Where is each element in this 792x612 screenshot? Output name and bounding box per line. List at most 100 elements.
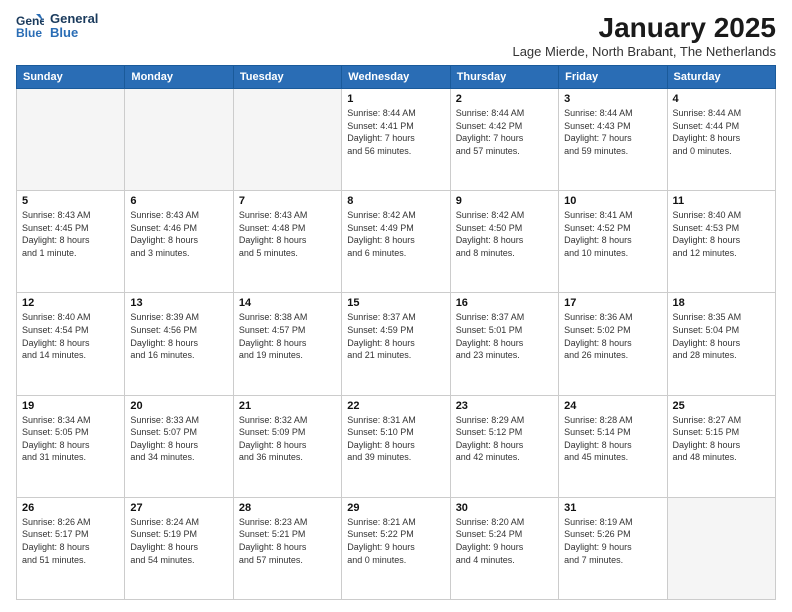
day-number: 12: [22, 297, 119, 309]
calendar-cell: 7 Sunrise: 8:43 AM Sunset: 4:48 PM Daylig…: [233, 191, 341, 293]
logo-text-general: General: [50, 12, 98, 26]
day-info: Sunrise: 8:23 AM Sunset: 5:21 PM Dayligh…: [239, 516, 336, 566]
calendar-cell: 14 Sunrise: 8:38 AM Sunset: 4:57 PM Dayli…: [233, 293, 341, 395]
calendar-header-friday: Friday: [559, 66, 667, 89]
day-number: 19: [22, 400, 119, 412]
calendar-cell: 5 Sunrise: 8:43 AM Sunset: 4:45 PM Daylig…: [17, 191, 125, 293]
day-number: 25: [673, 400, 770, 412]
day-number: 15: [347, 297, 444, 309]
day-number: 9: [456, 195, 553, 207]
calendar-cell: 19 Sunrise: 8:34 AM Sunset: 5:05 PM Dayli…: [17, 395, 125, 497]
calendar-cell: 20 Sunrise: 8:33 AM Sunset: 5:07 PM Dayli…: [125, 395, 233, 497]
day-info: Sunrise: 8:33 AM Sunset: 5:07 PM Dayligh…: [130, 414, 227, 464]
day-info: Sunrise: 8:42 AM Sunset: 4:49 PM Dayligh…: [347, 209, 444, 259]
calendar-header-sunday: Sunday: [17, 66, 125, 89]
day-info: Sunrise: 8:31 AM Sunset: 5:10 PM Dayligh…: [347, 414, 444, 464]
day-number: 17: [564, 297, 661, 309]
day-info: Sunrise: 8:37 AM Sunset: 4:59 PM Dayligh…: [347, 311, 444, 361]
calendar-week-2: 12 Sunrise: 8:40 AM Sunset: 4:54 PM Dayli…: [17, 293, 776, 395]
calendar-cell: 10Sunrise: 8:41 AM Sunset: 4:52 PM Dayli…: [559, 191, 667, 293]
day-number: 21: [239, 400, 336, 412]
svg-text:Blue: Blue: [16, 26, 42, 40]
day-number: 18: [673, 297, 770, 309]
calendar-cell: 31 Sunrise: 8:19 AM Sunset: 5:26 PM Dayli…: [559, 497, 667, 599]
calendar-cell: [233, 89, 341, 191]
day-info: Sunrise: 8:38 AM Sunset: 4:57 PM Dayligh…: [239, 311, 336, 361]
calendar-table: SundayMondayTuesdayWednesdayThursdayFrid…: [16, 65, 776, 600]
calendar-week-3: 19 Sunrise: 8:34 AM Sunset: 5:05 PM Dayli…: [17, 395, 776, 497]
calendar-cell: [17, 89, 125, 191]
day-info: Sunrise: 8:40 AM Sunset: 4:54 PM Dayligh…: [22, 311, 119, 361]
day-info: Sunrise: 8:34 AM Sunset: 5:05 PM Dayligh…: [22, 414, 119, 464]
logo: General Blue General Blue: [16, 12, 98, 41]
calendar-cell: 2 Sunrise: 8:44 AM Sunset: 4:42 PM Daylig…: [450, 89, 558, 191]
day-number: 23: [456, 400, 553, 412]
main-title: January 2025: [512, 12, 776, 44]
subtitle: Lage Mierde, North Brabant, The Netherla…: [512, 44, 776, 59]
day-info: Sunrise: 8:43 AM Sunset: 4:45 PM Dayligh…: [22, 209, 119, 259]
calendar-cell: 15 Sunrise: 8:37 AM Sunset: 4:59 PM Dayli…: [342, 293, 450, 395]
day-number: 27: [130, 502, 227, 514]
calendar-cell: 25 Sunrise: 8:27 AM Sunset: 5:15 PM Dayli…: [667, 395, 775, 497]
day-number: 28: [239, 502, 336, 514]
calendar-cell: 22Sunrise: 8:31 AM Sunset: 5:10 PM Dayli…: [342, 395, 450, 497]
calendar-cell: 16 Sunrise: 8:37 AM Sunset: 5:01 PM Dayli…: [450, 293, 558, 395]
day-number: 11: [673, 195, 770, 207]
calendar-cell: 27 Sunrise: 8:24 AM Sunset: 5:19 PM Dayli…: [125, 497, 233, 599]
logo-icon: General Blue: [16, 12, 44, 40]
day-number: 7: [239, 195, 336, 207]
day-number: 6: [130, 195, 227, 207]
day-info: Sunrise: 8:44 AM Sunset: 4:42 PM Dayligh…: [456, 107, 553, 157]
calendar-week-1: 5 Sunrise: 8:43 AM Sunset: 4:45 PM Daylig…: [17, 191, 776, 293]
calendar-cell: 30Sunrise: 8:20 AM Sunset: 5:24 PM Dayli…: [450, 497, 558, 599]
day-info: Sunrise: 8:44 AM Sunset: 4:44 PM Dayligh…: [673, 107, 770, 157]
calendar-cell: 1Sunrise: 8:44 AM Sunset: 4:41 PM Daylig…: [342, 89, 450, 191]
day-info: Sunrise: 8:29 AM Sunset: 5:12 PM Dayligh…: [456, 414, 553, 464]
day-number: 31: [564, 502, 661, 514]
title-block: January 2025 Lage Mierde, North Brabant,…: [512, 12, 776, 59]
day-number: 2: [456, 93, 553, 105]
day-info: Sunrise: 8:32 AM Sunset: 5:09 PM Dayligh…: [239, 414, 336, 464]
day-number: 8: [347, 195, 444, 207]
calendar-cell: 21 Sunrise: 8:32 AM Sunset: 5:09 PM Dayli…: [233, 395, 341, 497]
day-number: 13: [130, 297, 227, 309]
day-number: 29: [347, 502, 444, 514]
day-info: Sunrise: 8:28 AM Sunset: 5:14 PM Dayligh…: [564, 414, 661, 464]
day-number: 26: [22, 502, 119, 514]
calendar-cell: 28 Sunrise: 8:23 AM Sunset: 5:21 PM Dayli…: [233, 497, 341, 599]
calendar-week-4: 26Sunrise: 8:26 AM Sunset: 5:17 PM Dayli…: [17, 497, 776, 599]
calendar-cell: 6Sunrise: 8:43 AM Sunset: 4:46 PM Daylig…: [125, 191, 233, 293]
day-info: Sunrise: 8:40 AM Sunset: 4:53 PM Dayligh…: [673, 209, 770, 259]
calendar-header-thursday: Thursday: [450, 66, 558, 89]
calendar-cell: [125, 89, 233, 191]
day-number: 16: [456, 297, 553, 309]
day-info: Sunrise: 8:24 AM Sunset: 5:19 PM Dayligh…: [130, 516, 227, 566]
day-number: 30: [456, 502, 553, 514]
header: General Blue General Blue January 2025 L…: [16, 12, 776, 59]
day-info: Sunrise: 8:27 AM Sunset: 5:15 PM Dayligh…: [673, 414, 770, 464]
day-info: Sunrise: 8:37 AM Sunset: 5:01 PM Dayligh…: [456, 311, 553, 361]
day-number: 4: [673, 93, 770, 105]
day-number: 3: [564, 93, 661, 105]
calendar-header-monday: Monday: [125, 66, 233, 89]
logo-text-blue: Blue: [50, 26, 98, 40]
calendar-cell: 29Sunrise: 8:21 AM Sunset: 5:22 PM Dayli…: [342, 497, 450, 599]
day-info: Sunrise: 8:42 AM Sunset: 4:50 PM Dayligh…: [456, 209, 553, 259]
day-info: Sunrise: 8:39 AM Sunset: 4:56 PM Dayligh…: [130, 311, 227, 361]
day-info: Sunrise: 8:43 AM Sunset: 4:48 PM Dayligh…: [239, 209, 336, 259]
day-number: 14: [239, 297, 336, 309]
day-info: Sunrise: 8:44 AM Sunset: 4:41 PM Dayligh…: [347, 107, 444, 157]
page: General Blue General Blue January 2025 L…: [0, 0, 792, 612]
calendar-cell: 11 Sunrise: 8:40 AM Sunset: 4:53 PM Dayli…: [667, 191, 775, 293]
day-info: Sunrise: 8:35 AM Sunset: 5:04 PM Dayligh…: [673, 311, 770, 361]
calendar-week-0: 1Sunrise: 8:44 AM Sunset: 4:41 PM Daylig…: [17, 89, 776, 191]
day-number: 5: [22, 195, 119, 207]
calendar-cell: 9 Sunrise: 8:42 AM Sunset: 4:50 PM Daylig…: [450, 191, 558, 293]
calendar-cell: 24Sunrise: 8:28 AM Sunset: 5:14 PM Dayli…: [559, 395, 667, 497]
calendar-header-row: SundayMondayTuesdayWednesdayThursdayFrid…: [17, 66, 776, 89]
calendar-header-tuesday: Tuesday: [233, 66, 341, 89]
calendar-header-saturday: Saturday: [667, 66, 775, 89]
calendar-cell: [667, 497, 775, 599]
day-info: Sunrise: 8:19 AM Sunset: 5:26 PM Dayligh…: [564, 516, 661, 566]
day-number: 20: [130, 400, 227, 412]
